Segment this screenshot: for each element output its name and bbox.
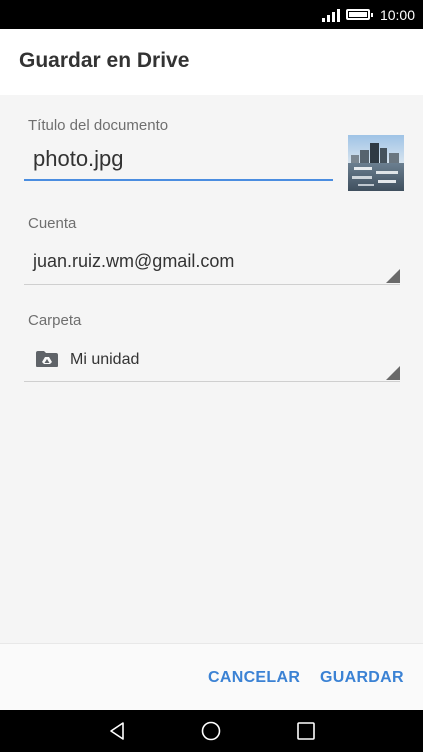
dialog-header: Guardar en Drive xyxy=(0,29,423,95)
cancel-button[interactable]: CANCELAR xyxy=(208,669,300,687)
status-icons: 10:00 xyxy=(321,0,415,29)
dropdown-arrow-icon xyxy=(386,366,400,380)
dialog-actions: CANCELAR GUARDAR xyxy=(0,643,423,710)
dropdown-arrow-icon xyxy=(386,269,400,283)
save-button[interactable]: GUARDAR xyxy=(320,669,404,687)
form-body: Título del documento photo.jpg Cuenta ju… xyxy=(0,95,423,643)
account-label: Cuenta xyxy=(28,215,77,232)
back-icon[interactable] xyxy=(106,720,128,742)
recents-icon[interactable] xyxy=(295,720,317,742)
status-bar: 10:00 xyxy=(0,0,423,29)
document-title-input[interactable] xyxy=(24,143,333,181)
account-select[interactable]: juan.ruiz.wm@gmail.com xyxy=(24,243,400,285)
battery-icon xyxy=(345,9,373,20)
folder-label: Carpeta xyxy=(28,312,82,329)
signal-icon xyxy=(321,8,340,22)
page-title: Guardar en Drive xyxy=(19,49,190,72)
home-icon[interactable] xyxy=(200,720,222,742)
account-value: juan.ruiz.wm@gmail.com xyxy=(33,251,235,271)
photo-thumbnail xyxy=(348,135,404,191)
save-to-drive-screen: 10:00 Guardar en Drive Título del docume… xyxy=(0,0,423,752)
document-title-label: Título del documento xyxy=(28,117,169,134)
navigation-bar xyxy=(0,710,423,752)
status-time: 10:00 xyxy=(379,6,415,23)
folder-value: Mi unidad xyxy=(70,351,140,368)
drive-folder-icon xyxy=(35,350,59,368)
folder-select[interactable]: Mi unidad xyxy=(24,340,400,382)
